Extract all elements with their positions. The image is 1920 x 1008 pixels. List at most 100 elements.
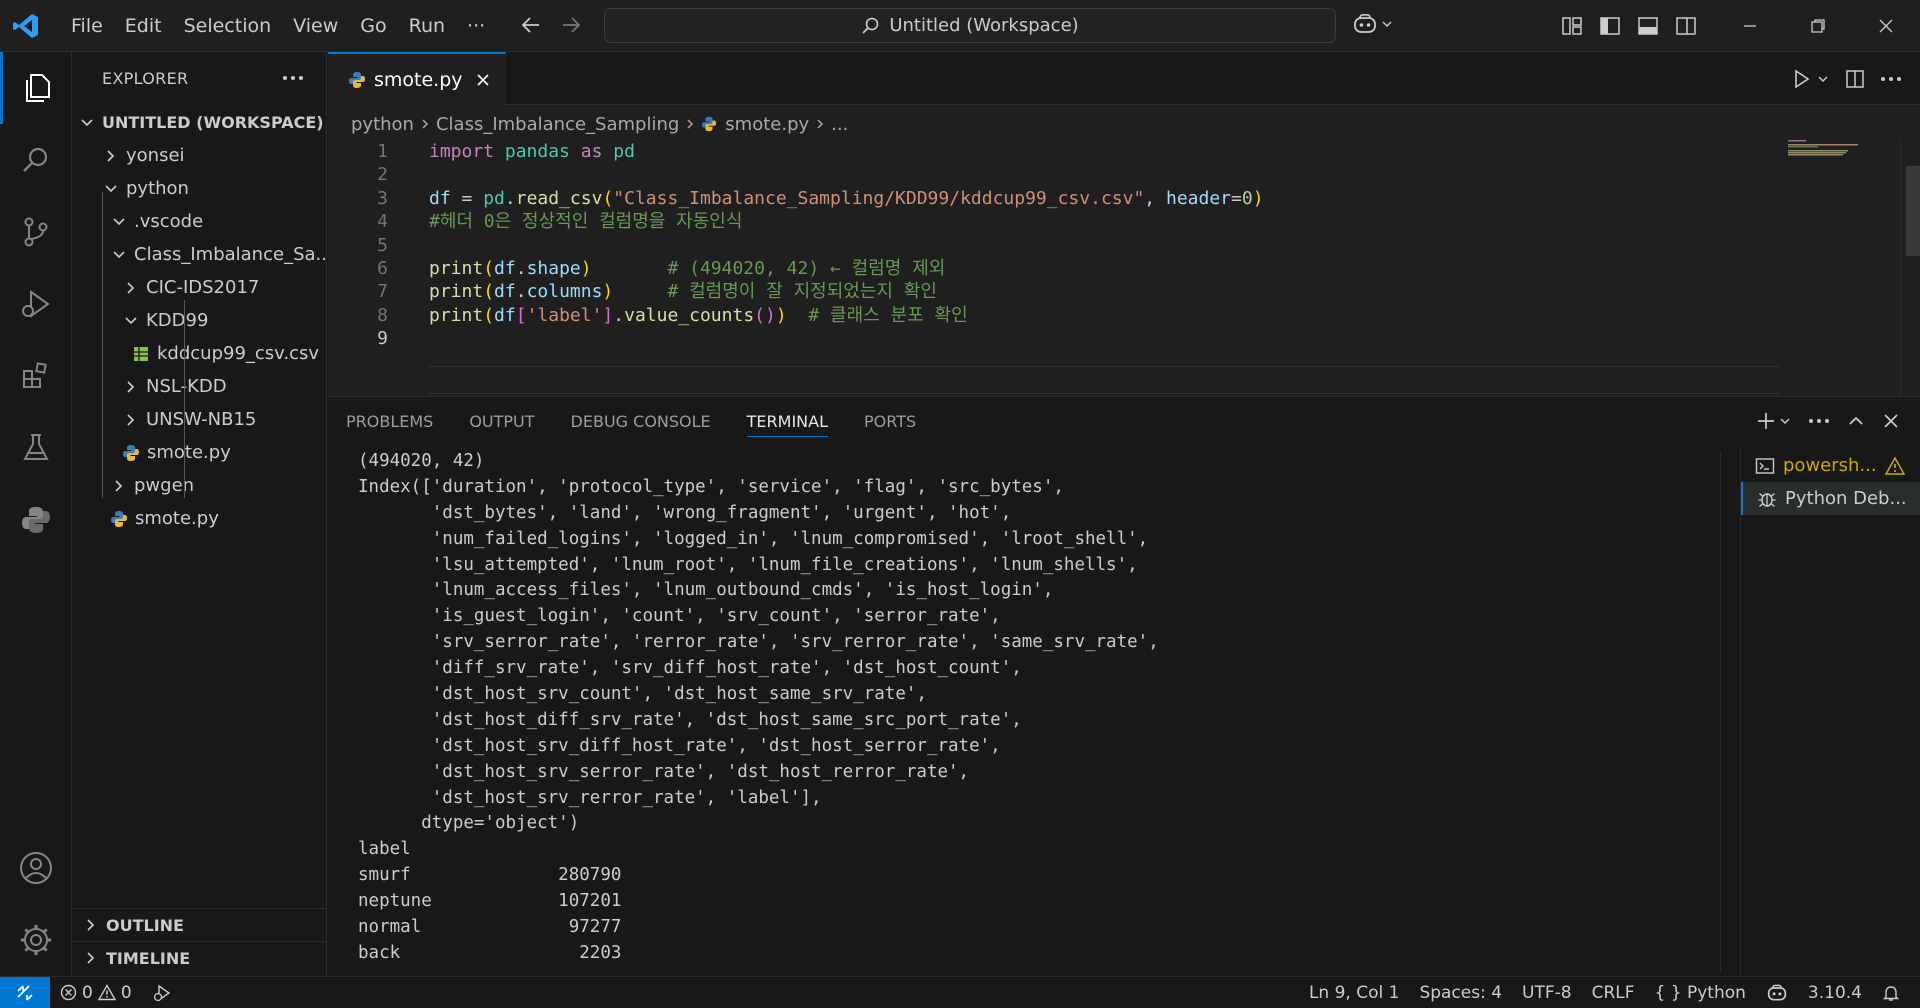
tree-folder-unsw-nb15[interactable]: UNSW-NB15	[72, 403, 326, 436]
indentation[interactable]: Spaces: 4	[1409, 977, 1512, 1008]
language-mode[interactable]: { } Python	[1645, 977, 1756, 1008]
source-control-activity-button[interactable]	[0, 196, 72, 268]
menu-more[interactable]: ···	[456, 8, 496, 44]
tree-folder-nsl-kdd[interactable]: NSL-KDD	[72, 370, 326, 403]
code-token: #헤더 0은 정상적인 컬럼명을 자동인식	[429, 211, 743, 233]
tree-folder-kdd99[interactable]: KDD99	[72, 304, 326, 337]
tab-terminal[interactable]: TERMINAL	[729, 397, 846, 447]
chevron-down-icon[interactable]	[1816, 72, 1830, 86]
minimize-icon[interactable]	[1716, 0, 1784, 52]
tree-folder-class-imbalance-sa[interactable]: Class_Imbalance_Sa...	[72, 238, 326, 271]
copilot-button[interactable]	[1352, 12, 1394, 36]
tab-problems[interactable]: PROBLEMS	[328, 397, 451, 447]
code-token: shape	[526, 258, 581, 279]
menu-file[interactable]: File	[60, 8, 114, 44]
manage-activity-button[interactable]	[0, 904, 72, 976]
menu-selection[interactable]: Selection	[173, 8, 283, 44]
code-token: (	[483, 258, 495, 279]
new-terminal-icon[interactable]	[1756, 411, 1776, 431]
breadcrumb: python Class_Imbalance_Sampling smote.py…	[351, 110, 848, 138]
code-token: df	[429, 187, 451, 209]
tab-debug-console[interactable]: DEBUG CONSOLE	[553, 397, 729, 447]
chevron-right-icon	[122, 378, 140, 396]
python-activity-button[interactable]	[0, 484, 72, 556]
more-actions-icon[interactable]	[282, 74, 304, 82]
copilot-status[interactable]	[1756, 977, 1798, 1008]
run-debug-activity-button[interactable]	[0, 268, 72, 340]
menu-view[interactable]: View	[282, 8, 349, 44]
back-arrow-icon[interactable]	[518, 12, 544, 38]
terminal-scrollbar[interactable]	[1720, 452, 1721, 972]
timeline-section[interactable]: TIMELINE	[72, 941, 326, 974]
workspace-folder[interactable]: UNTITLED (WORKSPACE)	[72, 106, 326, 139]
toggle-panel-icon[interactable]	[1636, 14, 1660, 38]
tree-folder-cic-ids2017[interactable]: CIC-IDS2017	[72, 271, 326, 304]
tab-ports[interactable]: PORTS	[846, 397, 934, 447]
code-token: 'label'	[526, 304, 603, 326]
tree-item-label: pwgen	[134, 475, 195, 496]
breadcrumb-folder[interactable]: Class_Imbalance_Sampling	[436, 114, 679, 135]
run-python-file-icon[interactable]	[1790, 68, 1812, 90]
editor-scrollbar[interactable]	[1900, 138, 1920, 396]
terminal-line: Index(['duration', 'protocol_type', 'ser…	[358, 476, 1064, 497]
more-actions-icon[interactable]	[1880, 75, 1902, 83]
navigation-arrows	[518, 12, 584, 38]
debug-status[interactable]	[142, 977, 182, 1008]
accounts-activity-button[interactable]	[0, 832, 72, 904]
tree-file-smote-py[interactable]: smote.py	[72, 502, 326, 535]
toggle-secondary-sidebar-icon[interactable]	[1674, 14, 1698, 38]
tree-folder-python[interactable]: python	[72, 172, 326, 205]
terminal-line: 'diff_srv_rate', 'srv_diff_host_rate', '…	[358, 658, 1022, 679]
tab-smote-py[interactable]: smote.py	[328, 52, 506, 105]
terminal-item-python-debug[interactable]: Python Deb...	[1741, 482, 1920, 515]
terminal-item-powershell[interactable]: powersh...	[1741, 449, 1920, 482]
remote-button[interactable]	[0, 976, 50, 1008]
tree-folder-vscode[interactable]: .vscode	[72, 205, 326, 238]
close-icon[interactable]	[475, 72, 491, 88]
customize-layout-icon[interactable]	[1560, 14, 1584, 38]
status-right: Ln 9, Col 1 Spaces: 4 UTF-8 CRLF { } Pyt…	[1299, 977, 1910, 1008]
terminal-output[interactable]: (494020, 42) Index(['duration', 'protocol…	[358, 449, 1738, 975]
tree-item-label: smote.py	[135, 508, 219, 529]
cursor-position[interactable]: Ln 9, Col 1	[1299, 977, 1410, 1008]
code-token: .	[504, 187, 516, 209]
tree-folder-pwgen[interactable]: pwgen	[72, 469, 326, 502]
menu-run[interactable]: Run	[398, 8, 456, 44]
search-icon	[861, 16, 881, 36]
tree-file-smote-py[interactable]: smote.py	[72, 436, 326, 469]
python-interpreter[interactable]: 3.10.4	[1798, 977, 1872, 1008]
restore-icon[interactable]	[1784, 0, 1852, 52]
tree-folder-yonsei[interactable]: yonsei	[72, 139, 326, 172]
testing-activity-button[interactable]	[0, 412, 72, 484]
extensions-activity-button[interactable]	[0, 340, 72, 412]
toggle-primary-sidebar-icon[interactable]	[1598, 14, 1622, 38]
minimap[interactable]	[1786, 138, 1906, 396]
maximize-panel-icon[interactable]	[1846, 411, 1866, 431]
window-controls	[1716, 0, 1920, 52]
outline-section[interactable]: OUTLINE	[72, 908, 326, 941]
end-of-line[interactable]: CRLF	[1582, 977, 1645, 1008]
menu-go[interactable]: Go	[349, 8, 397, 44]
more-actions-icon[interactable]	[1808, 417, 1830, 425]
tab-output[interactable]: OUTPUT	[451, 397, 552, 447]
split-editor-icon[interactable]	[1844, 68, 1866, 90]
code-token: # (494020, 42) ← 컬럼명 제외	[667, 258, 946, 279]
command-center-search[interactable]: Untitled (Workspace)	[604, 8, 1336, 43]
terminal-line: 'dst_bytes', 'land', 'wrong_fragment', '…	[358, 502, 1012, 523]
breadcrumb-more[interactable]: ...	[831, 114, 848, 135]
explorer-activity-button[interactable]	[0, 52, 72, 124]
menu-edit[interactable]: Edit	[114, 8, 173, 44]
close-panel-icon[interactable]	[1882, 412, 1900, 430]
search-activity-button[interactable]	[0, 124, 72, 196]
error-icon	[60, 984, 77, 1001]
breadcrumb-python[interactable]: python	[351, 114, 414, 135]
chevron-down-icon[interactable]	[1778, 414, 1792, 428]
close-window-icon[interactable]	[1852, 0, 1920, 52]
problems-status[interactable]: 0 0	[50, 977, 142, 1008]
tree-file-kddcup99-csv-csv[interactable]: kddcup99_csv.csv	[72, 337, 326, 370]
breadcrumb-file[interactable]: smote.py	[725, 114, 809, 135]
encoding[interactable]: UTF-8	[1512, 977, 1582, 1008]
forward-arrow-icon[interactable]	[558, 12, 584, 38]
explorer-sidebar: EXPLORER UNTITLED (WORKSPACE) yonsei pyth…	[72, 52, 327, 976]
notifications[interactable]	[1872, 977, 1910, 1008]
